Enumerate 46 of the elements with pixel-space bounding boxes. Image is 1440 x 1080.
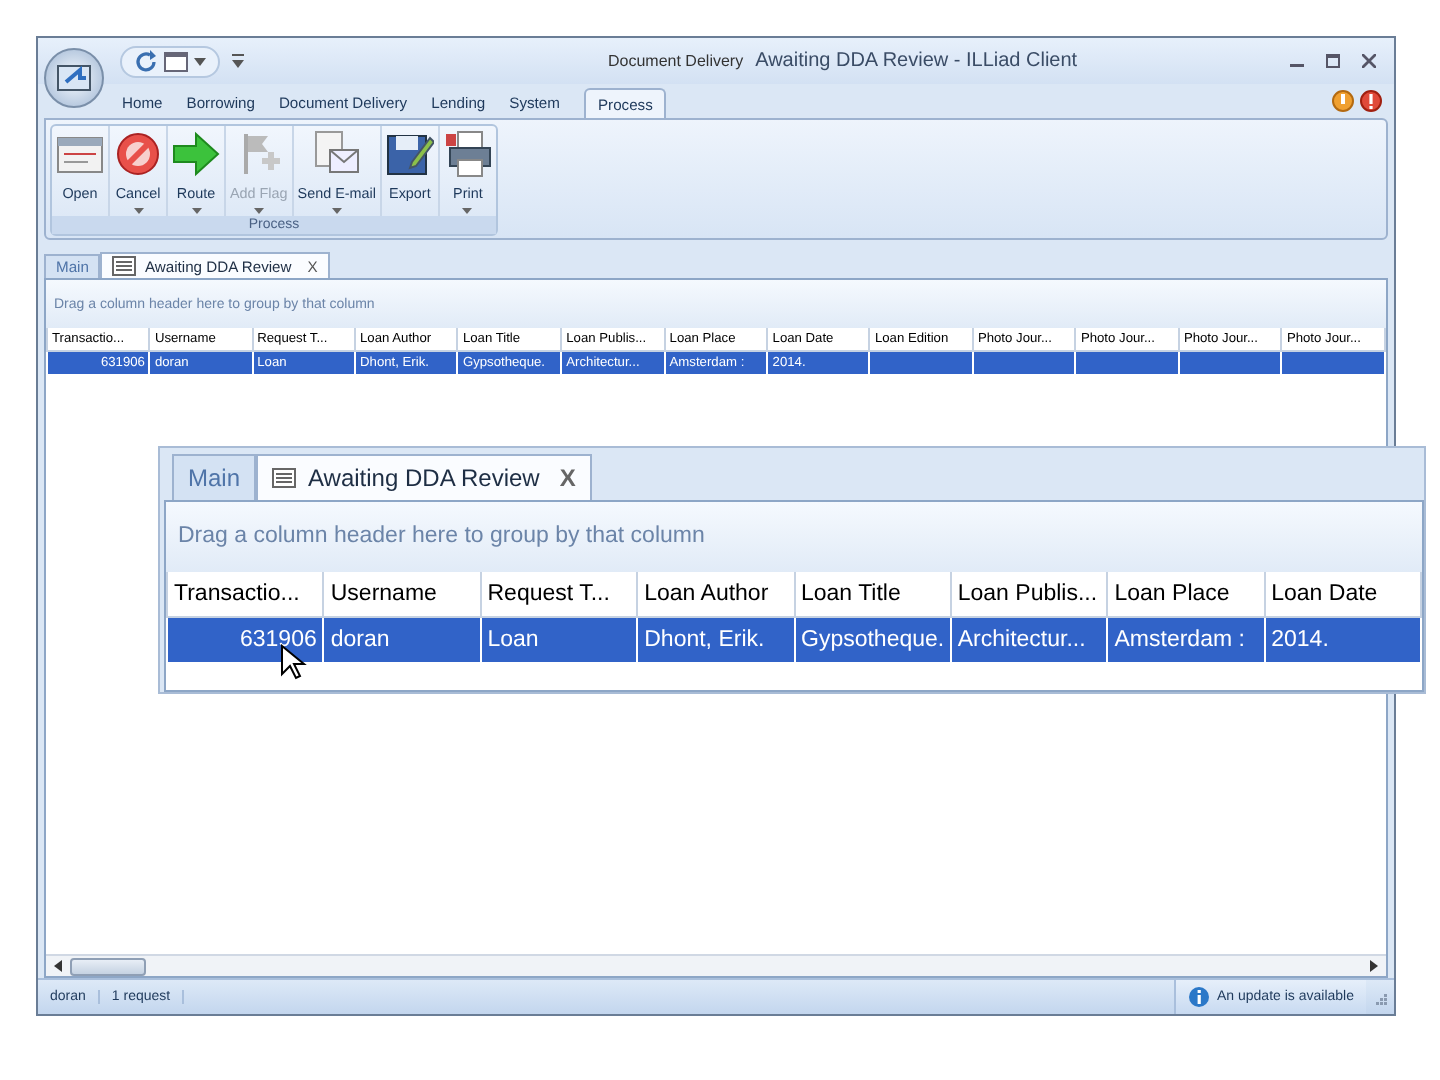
- column-header[interactable]: Request T...: [480, 572, 638, 617]
- table-cell: 631906: [167, 617, 324, 662]
- column-header[interactable]: Loan Title: [794, 572, 951, 617]
- scroll-left-icon: [54, 960, 62, 972]
- table-cell: Dhont, Erik.: [637, 617, 794, 662]
- table-cell: Amsterdam :: [1107, 617, 1265, 662]
- window-title: Awaiting DDA Review - ILLiad Client: [755, 50, 1078, 72]
- envelope-icon: [312, 130, 361, 178]
- table-row[interactable]: 631906 doran Loan Dhont, Erik. Gypsotheque. Architectur... Amsterdam : 2014.: [167, 617, 1421, 662]
- arrow-right-icon: [172, 130, 220, 178]
- application-menu-button[interactable]: [44, 47, 104, 107]
- close-icon: [1361, 54, 1375, 68]
- window-icon: [56, 59, 92, 95]
- window-icon: [164, 51, 188, 71]
- scroll-right-icon: [1370, 960, 1378, 972]
- customize-icon: [232, 54, 244, 68]
- maximize-icon: [1325, 54, 1339, 68]
- caret-icon: [194, 57, 206, 65]
- mouse-cursor-icon: [280, 644, 308, 680]
- context-group-label: Document Delivery: [606, 50, 746, 74]
- group-by-hint: Drag a column header here to group by that column: [166, 502, 1422, 572]
- grid-icon: [272, 468, 297, 488]
- column-header[interactable]: Transactio...: [167, 572, 324, 617]
- column-header[interactable]: Loan Author: [637, 572, 794, 617]
- scrollbar-thumb[interactable]: [70, 957, 146, 975]
- column-header[interactable]: Loan Publis...: [950, 572, 1108, 617]
- document-tab[interactable]: Main: [172, 454, 257, 500]
- info-icon: [1187, 986, 1209, 1008]
- prohibited-icon: [114, 130, 162, 178]
- help-icon: [1332, 90, 1354, 112]
- column-header[interactable]: Loan Place: [1107, 572, 1265, 617]
- table-cell: Gypsotheque.: [794, 617, 951, 662]
- close-tab-button[interactable]: X: [559, 464, 576, 492]
- floppy-disk-icon: [385, 130, 434, 178]
- document-tab[interactable]: Awaiting DDA Review X: [256, 454, 592, 500]
- table-cell: Loan: [480, 617, 638, 662]
- refresh-icon: [134, 49, 158, 73]
- resize-grip-icon: [1372, 989, 1388, 1005]
- table-cell: doran: [323, 617, 481, 662]
- table-cell: 2014.: [1264, 617, 1421, 662]
- column-header[interactable]: Username: [323, 572, 481, 617]
- printer-icon: [443, 130, 492, 178]
- alert-icon: [1360, 90, 1382, 112]
- table-cell: Architectur...: [950, 617, 1108, 662]
- column-header[interactable]: Loan Date: [1264, 572, 1421, 617]
- horizontal-scrollbar[interactable]: [46, 954, 1386, 976]
